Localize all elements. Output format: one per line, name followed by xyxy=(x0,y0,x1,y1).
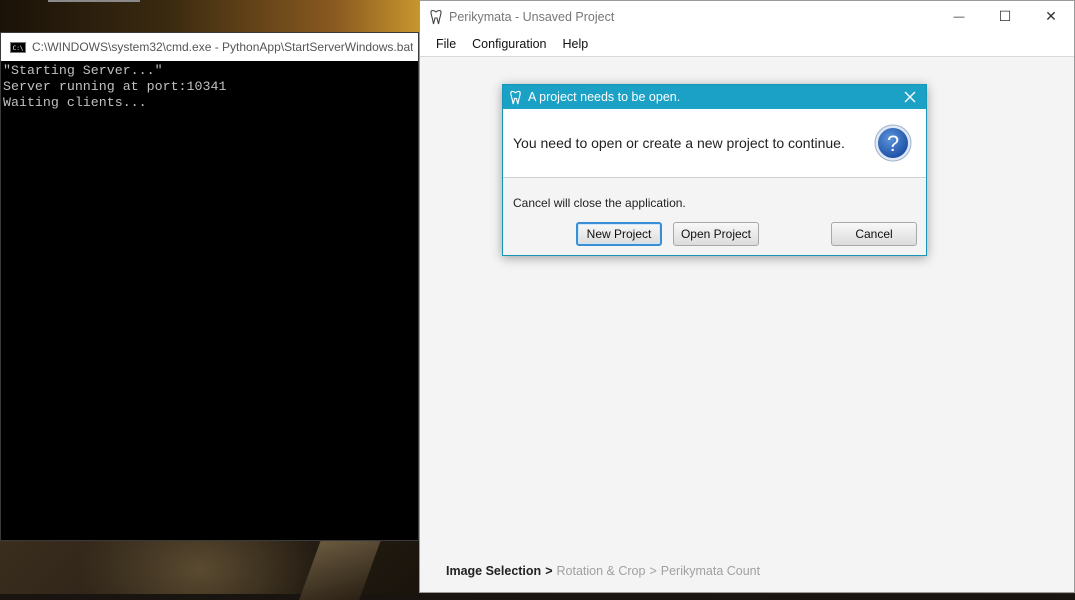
dialog-title: A project needs to be open. xyxy=(528,90,681,104)
app-title: Perikymata - Unsaved Project xyxy=(449,9,615,24)
wallpaper-top-strip xyxy=(0,0,420,32)
cmd-title: C:\WINDOWS\system32\cmd.exe - PythonApp\… xyxy=(32,40,414,54)
question-mark: ? xyxy=(887,131,899,156)
menubar: File Configuration Help xyxy=(420,32,1074,57)
menu-file[interactable]: File xyxy=(428,37,464,51)
cmd-output[interactable]: "Starting Server..." Server running at p… xyxy=(1,61,418,113)
breadcrumb-separator: > xyxy=(649,564,657,578)
close-button[interactable]: ✕ xyxy=(1028,1,1074,32)
taskbar-fragment xyxy=(48,0,140,2)
cmd-line: Server running at port:10341 xyxy=(3,79,227,94)
menu-help[interactable]: Help xyxy=(555,37,597,51)
maximize-icon: ☐ xyxy=(998,8,1012,24)
close-icon xyxy=(904,91,916,103)
app-titlebar[interactable]: Perikymata - Unsaved Project — ☐ ✕ xyxy=(420,1,1074,32)
breadcrumb-image-selection: Image Selection xyxy=(446,564,542,578)
cmd-titlebar[interactable]: C:\ C:\WINDOWS\system32\cmd.exe - Python… xyxy=(1,33,418,61)
breadcrumb-rotation-crop: Rotation & Crop xyxy=(556,564,646,578)
cmd-icon: C:\ xyxy=(10,41,26,53)
breadcrumb-separator: > xyxy=(545,564,553,578)
maximize-button[interactable]: ☐ xyxy=(982,1,1028,32)
minimize-icon: — xyxy=(953,10,965,23)
dialog-header: You need to open or create a new project… xyxy=(503,109,926,178)
dialog-message: You need to open or create a new project… xyxy=(513,135,845,151)
open-project-button[interactable]: Open Project xyxy=(673,222,759,246)
breadcrumb: Image Selection > Rotation & Crop > Peri… xyxy=(446,564,760,578)
cmd-window[interactable]: C:\ C:\WINDOWS\system32\cmd.exe - Python… xyxy=(0,32,419,541)
question-icon: ? xyxy=(874,124,912,162)
cmd-line: Waiting clients... xyxy=(3,95,147,110)
breadcrumb-perikymata-count: Perikymata Count xyxy=(660,564,761,578)
cancel-button[interactable]: Cancel xyxy=(831,222,917,246)
dialog-note: Cancel will close the application. xyxy=(513,196,686,210)
menu-configuration[interactable]: Configuration xyxy=(464,37,554,51)
dialog-close-button[interactable] xyxy=(900,87,920,107)
tooth-icon xyxy=(430,9,442,24)
close-icon: ✕ xyxy=(1045,8,1057,24)
dialog-titlebar[interactable]: A project needs to be open. xyxy=(503,85,926,109)
cmd-line: "Starting Server..." xyxy=(3,63,163,78)
project-dialog[interactable]: A project needs to be open. You need to … xyxy=(502,84,927,256)
tooth-icon xyxy=(510,90,521,104)
new-project-button[interactable]: New Project xyxy=(576,222,662,246)
minimize-button[interactable]: — xyxy=(936,1,982,32)
